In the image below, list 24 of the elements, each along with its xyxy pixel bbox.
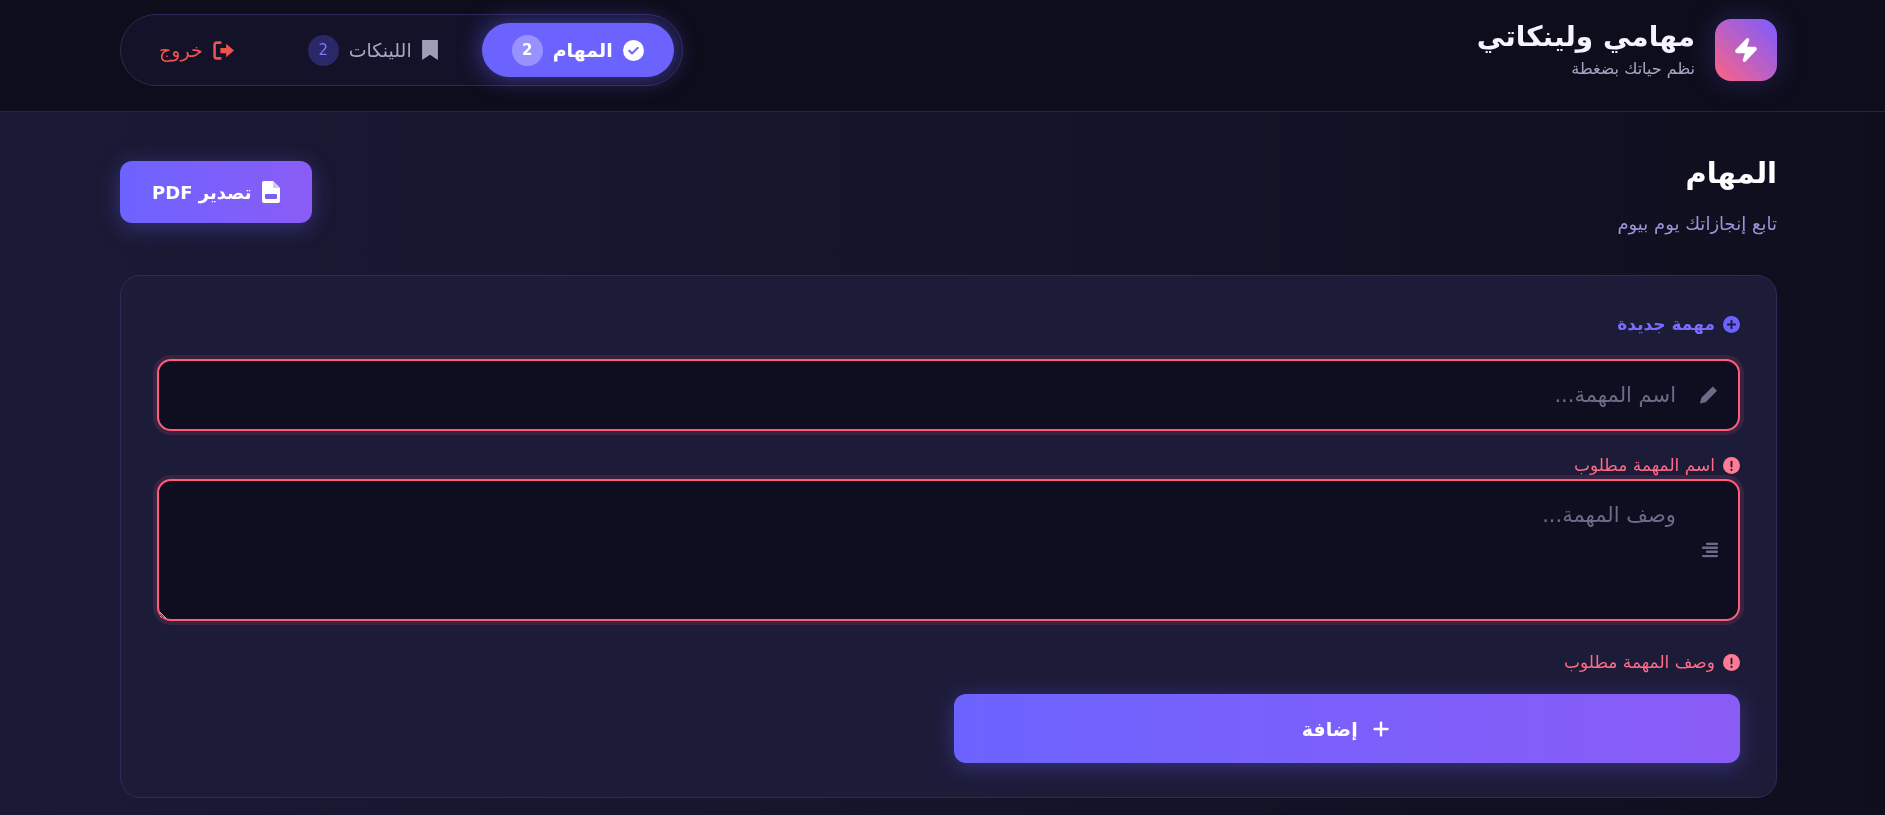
alert-icon: [1723, 653, 1740, 671]
pencil-icon: [1699, 385, 1718, 405]
add-button[interactable]: إضافة: [953, 694, 1740, 763]
error-message: وصف المهمة مطلوب: [1563, 651, 1715, 673]
file-icon: [261, 181, 280, 203]
bookmark-icon: [421, 40, 438, 60]
align-right-icon: [1701, 542, 1718, 558]
text-field[interactable]: اسم المهمة...: [157, 359, 1740, 431]
page-subtitle: تابع إنجازاتك يوم بيوم: [1617, 212, 1777, 236]
form-heading: مهمة جديدة: [1617, 313, 1715, 335]
check-circle-icon: [622, 39, 644, 61]
export-pdf-button[interactable]: تصدير PDF: [120, 161, 312, 223]
app-subtitle: نظم حياتك بضغطة: [1570, 58, 1695, 80]
alert-icon: [1723, 456, 1740, 474]
logout-icon: [212, 40, 234, 60]
count-badge: 2: [511, 34, 543, 66]
page-title: المهام: [1684, 155, 1777, 192]
plus-circle-icon: [1723, 315, 1740, 333]
logout-button[interactable]: خروج: [129, 23, 264, 77]
logo-icon: [1715, 19, 1777, 81]
app-title: مهامي ولينكاتي: [1476, 20, 1695, 53]
error-message: اسم المهمة مطلوب: [1573, 454, 1715, 476]
count-badge: 2: [307, 34, 339, 66]
textarea-field[interactable]: وصف المهمة...: [157, 479, 1740, 621]
